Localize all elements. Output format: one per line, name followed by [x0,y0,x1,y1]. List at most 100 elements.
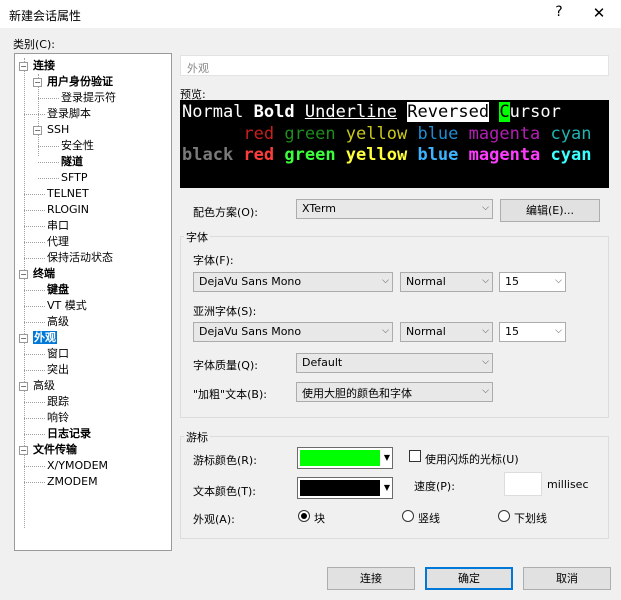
tree-connector [24,242,45,243]
font-size-select[interactable]: 15 ⌵ [499,272,566,292]
tree-item[interactable]: 日志记录 [47,426,91,442]
help-button[interactable]: ? [551,4,567,20]
tree-item[interactable]: 连接 [33,58,55,74]
tree-item[interactable]: 代理 [47,234,69,250]
tree-item[interactable]: 终端 [33,266,55,282]
font-select[interactable]: DejaVu Sans Mono ⌵ [193,272,393,292]
ok-button[interactable]: 确定 [425,567,513,590]
tree-item[interactable]: 登录脚本 [47,106,91,122]
shape-vbar-label: 竖线 [418,512,440,525]
asian-font-select[interactable]: DejaVu Sans Mono ⌵ [193,322,393,342]
collapse-toggle-icon[interactable]: − [19,270,28,279]
close-button[interactable]: ✕ [590,4,608,22]
text-color-label: 文本颜色(T): [193,485,257,498]
tree-item[interactable]: 跟踪 [47,394,69,410]
collapse-toggle-icon[interactable]: − [19,62,28,71]
tree-item[interactable]: X/YMODEM [47,458,108,474]
collapse-toggle-icon[interactable]: − [33,78,42,87]
collapse-toggle-icon[interactable]: − [19,446,28,455]
tree-item[interactable]: 保持活动状态 [47,250,113,266]
asian-font-style-select[interactable]: Normal ⌵ [400,322,493,342]
tree-item[interactable]: 响铃 [47,410,69,426]
preview-segment: black [182,145,244,165]
chevron-down-icon: ⌵ [555,276,562,286]
tree-item[interactable]: ZMODEM [47,474,98,490]
tree-item-label: 代理 [47,235,69,248]
preview-segment: yellow [345,145,418,165]
tree-item-label: SFTP [61,171,88,184]
shape-underline-radio[interactable] [498,510,510,522]
tree-item[interactable]: 键盘 [47,282,69,298]
preview-segment: red [243,124,285,144]
preview-segment: magenta [468,145,551,165]
tree-item[interactable]: VT 模式 [47,298,87,314]
preview-segment: red [243,145,285,165]
tree-connector [24,114,45,115]
preview-segment: Underline [304,102,397,122]
tree-item-label: 键盘 [47,283,69,296]
preview-line-normal-colors: black red green yellow blue magenta cyan [182,124,591,144]
tree-item-label: 高级 [33,379,55,392]
cancel-button[interactable]: 取消 [523,567,611,590]
collapse-toggle-icon[interactable]: − [19,334,28,343]
chevron-down-icon: ⌵ [482,326,489,336]
tree-item-label: 突出 [47,363,69,376]
tree-item[interactable]: 文件传输 [33,442,77,458]
tree-item-label: 高级 [47,315,69,328]
speed-input[interactable] [504,472,542,496]
tree-item[interactable]: TELNET [47,186,89,202]
collapse-toggle-icon[interactable]: − [33,126,42,135]
dropdown-arrow-icon: ▼ [383,453,390,462]
color-scheme-value: XTerm [302,202,337,215]
shape-block-radio[interactable] [298,510,310,522]
category-tree[interactable]: 连接 − 用户身份验证 − 登录提示符 登录脚本 SSH − 安全性 隧道 SFTP TELNET RL… [14,53,172,551]
tree-item[interactable]: 外观 [33,330,57,346]
font-style-value: Normal [406,275,446,288]
tree-connector [24,306,45,307]
chevron-down-icon: ⌵ [482,276,489,286]
bold-text-value: 使用大胆的颜色和字体 [302,387,412,400]
tree-item[interactable]: RLOGIN [47,202,89,218]
edit-scheme-button[interactable]: 编辑(E)... [500,199,600,222]
tree-connector [24,370,45,371]
tree-item[interactable]: SFTP [61,170,87,186]
font-style-select[interactable]: Normal ⌵ [400,272,493,292]
cursor-color-picker[interactable]: ▼ [297,447,393,469]
tree-item[interactable]: 窗口 [47,346,69,362]
tree-item[interactable]: 高级 [47,314,69,330]
shape-block-label: 块 [314,512,325,525]
color-scheme-select[interactable]: XTerm ⌵ [296,199,493,219]
blink-cursor-checkbox[interactable] [409,450,421,462]
bold-text-select[interactable]: 使用大胆的颜色和字体 ⌵ [296,382,493,402]
tree-connector [24,466,45,467]
tree-item[interactable]: 隧道 [61,154,83,170]
tree-item[interactable]: 安全性 [61,138,94,154]
cursor-shape-label: 外观(A): [193,513,235,526]
tree-item[interactable]: 串口 [47,218,69,234]
tree-item-label: TELNET [47,187,89,200]
cursor-color-label: 游标颜色(R): [193,454,257,467]
chevron-down-icon: ⌵ [482,203,489,213]
tree-item-label: 响铃 [47,411,69,424]
category-label: 类别(C): [13,38,55,51]
font-value: DejaVu Sans Mono [199,275,302,288]
collapse-toggle-icon[interactable]: − [19,382,28,391]
connect-button[interactable]: 连接 [327,567,415,590]
tree-item[interactable]: 登录提示符 [61,90,116,106]
tree-item[interactable]: 突出 [47,362,69,378]
shape-vbar-radio[interactable] [402,510,414,522]
tree-item-label: 文件传输 [33,443,77,456]
font-quality-select[interactable]: Default ⌵ [296,353,493,373]
tree-item[interactable]: 用户身份验证 [47,74,113,90]
terminal-preview: Normal Bold Underline Reversed Cursor bl… [180,100,609,188]
asian-font-value: DejaVu Sans Mono [199,325,302,338]
preview-segment [489,102,499,122]
text-color-picker[interactable]: ▼ [297,477,393,499]
font-label: 字体(F): [193,254,234,267]
tree-item[interactable]: SSH [47,122,69,138]
preview-segment: green [284,124,346,144]
asian-font-size-select[interactable]: 15 ⌵ [499,322,566,342]
bold-text-label: "加粗"文本(B): [193,388,267,401]
tree-item[interactable]: 高级 [33,378,55,394]
window-title: 新建会话属性 [9,9,82,23]
